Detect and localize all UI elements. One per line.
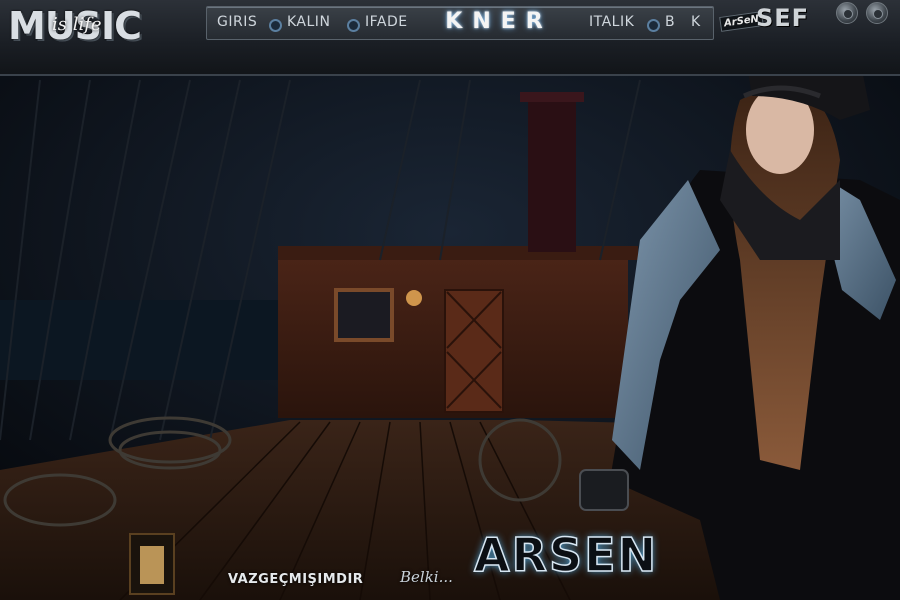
toolbar-item-ifade[interactable]: IFADE xyxy=(365,14,408,30)
center-title: KNER xyxy=(445,9,553,34)
toolbar-item-k[interactable]: K xyxy=(691,14,701,30)
footer-script-text: Belki... xyxy=(400,568,453,586)
toolbar-item-kalin[interactable]: KALIN xyxy=(287,14,330,30)
logo: MUSIC is life xyxy=(8,2,180,48)
logo-accent-text: is life xyxy=(52,14,102,35)
toolbar-item-giris[interactable]: GIRIS xyxy=(217,14,257,30)
signature: ARSEN xyxy=(473,527,659,583)
user-badge: ArSeN SEF xyxy=(719,4,818,34)
badge-big-text: SEF xyxy=(756,4,810,32)
background-scene xyxy=(0,47,900,600)
radio-icon[interactable] xyxy=(269,19,282,32)
radio-icon[interactable] xyxy=(647,19,660,32)
top-bar: MUSIC is life GIRIS KALIN IFADE KNER ITA… xyxy=(0,0,900,76)
player-button-icon[interactable] xyxy=(836,2,858,24)
radio-icon[interactable] xyxy=(347,19,360,32)
formatting-toolbar: GIRIS KALIN IFADE KNER ITALIK B K xyxy=(206,6,714,40)
player-button-icon[interactable] xyxy=(866,2,888,24)
toolbar-item-italik[interactable]: ITALIK xyxy=(589,14,634,30)
footer-text: VAZGEÇMIŞIMDIR xyxy=(228,572,364,587)
toolbar-item-bold[interactable]: B xyxy=(665,14,675,30)
